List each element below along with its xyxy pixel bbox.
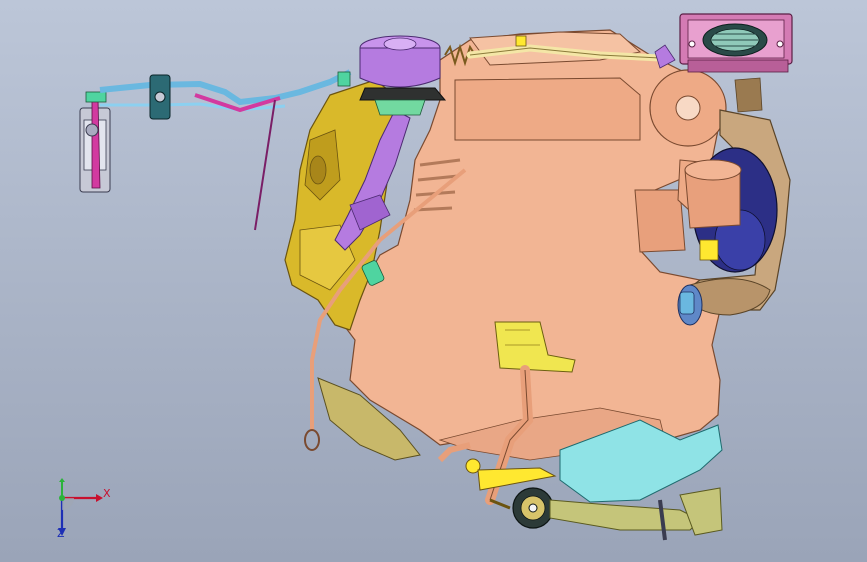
orientation-triad: X Z xyxy=(40,478,120,548)
engine-assembly-model[interactable] xyxy=(0,0,867,562)
z-axis-label: Z xyxy=(57,527,65,540)
pulley-assembly[interactable] xyxy=(679,13,793,73)
x-axis-label: X xyxy=(103,487,111,500)
cad-viewport[interactable]: X Z xyxy=(0,0,867,562)
throttle-body[interactable] xyxy=(79,91,111,193)
